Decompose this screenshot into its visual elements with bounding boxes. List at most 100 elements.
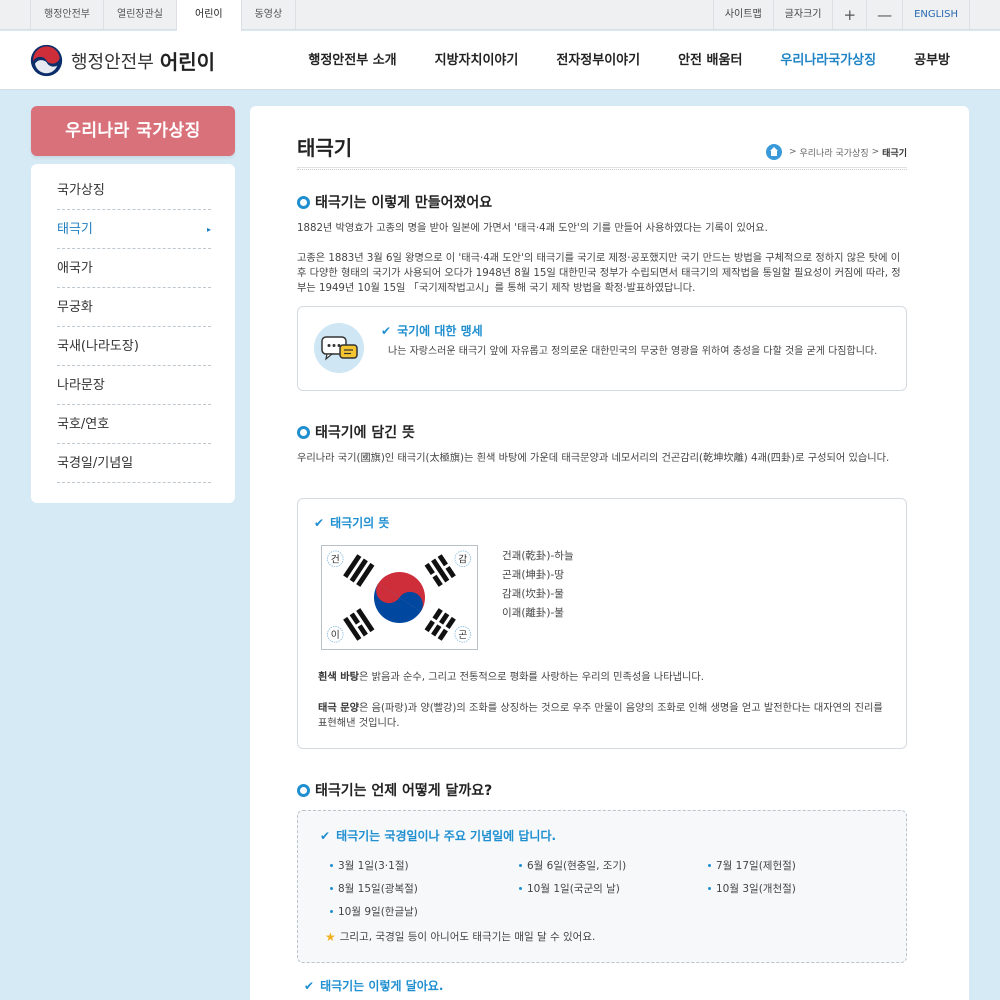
speech-bubble-icon [314, 323, 364, 373]
site-tab-video[interactable]: 동영상 [242, 0, 297, 30]
nav-national-symbols[interactable]: 우리나라국가상징 [780, 31, 876, 90]
holiday-item: 8월 15일(광복절) [330, 881, 418, 896]
bullet-dot-icon [708, 887, 711, 890]
daily-flag-note-text: 그리고, 국경일 등이 아니어도 태극기는 매일 달 수 있어요. [339, 931, 596, 943]
sidebar-item-mugunghwa[interactable]: 무궁화 [57, 288, 211, 327]
flag-label-i: 이 [327, 626, 344, 643]
home-icon[interactable] [765, 144, 782, 160]
holiday-item: 10월 9일(한글날) [330, 904, 418, 919]
section-heading-text: 태극기는 언제 어떻게 달까요? [315, 783, 493, 799]
svg-text:건: 건 [331, 554, 340, 566]
arrow-right-icon: ▸ [206, 225, 211, 234]
title-divider [297, 167, 907, 170]
sidebar-title: 우리나라 국가상징 [31, 106, 235, 156]
site-header: 행정안전부 어린이 행정안전부 소개 지방자치이야기 전자정부이야기 안전 배움… [0, 31, 1000, 90]
history-paragraph-1: 1882년 박영효가 고종의 명을 받아 일본에 가면서 '태극·4괘 도안'의… [297, 223, 768, 234]
sidebar-item-taegukgi[interactable]: 태극기 ▸ [57, 210, 211, 249]
nav-mois-intro[interactable]: 행정안전부 소개 [308, 31, 396, 90]
zoom-in-button[interactable]: + [832, 0, 866, 30]
check-icon: ✔ [381, 323, 392, 338]
site-logo[interactable]: 행정안전부 어린이 [30, 44, 215, 77]
bullet-dot-icon [708, 864, 711, 867]
nav-e-government[interactable]: 전자정부이야기 [556, 31, 640, 90]
ring-bullet-icon [297, 195, 310, 209]
sidebar-item-holidays[interactable]: 국경일/기념일 [57, 444, 211, 483]
nav-safety[interactable]: 안전 배움터 [678, 31, 742, 90]
white-background-text: 은 밝음과 순수, 그리고 전통적으로 평화를 사랑하는 우리의 민족성을 나타… [359, 672, 704, 683]
how-to-hang-title-text: 태극기는 이렇게 달아요. [320, 979, 444, 993]
section-heading-history: 태극기는 이렇게 만들어졌어요 [297, 192, 492, 212]
holiday-text: 10월 1일(국군의 날) [527, 883, 620, 895]
taegeuk-logo-icon [30, 44, 63, 77]
how-to-hang-title: ✔ 태극기는 이렇게 달아요. [304, 977, 443, 994]
zoom-out-button[interactable]: — [866, 0, 902, 30]
site-tab-kids[interactable]: 어린이 [177, 0, 242, 31]
trigram-item: 곤괘(坤卦)-땅 [502, 569, 564, 581]
svg-text:이: 이 [331, 629, 340, 641]
flag-days-title-text: 태극기는 국경일이나 주요 기념일에 답니다. [336, 829, 557, 843]
pledge-text: 나는 자랑스러운 태극기 앞에 자유롭고 정의로운 대한민국의 무궁한 영광을 … [388, 346, 878, 357]
trigram-gam [424, 554, 456, 587]
site-tab-mois[interactable]: 행정안전부 [30, 0, 104, 30]
font-size-label: 글자크기 [772, 0, 833, 30]
bullet-dot-icon [330, 864, 333, 867]
breadcrumb-current: 태극기 [882, 148, 907, 159]
breadcrumb-parent[interactable]: 우리나라 국가상징 [800, 146, 869, 159]
logo-sub-name: 어린이 [159, 50, 216, 74]
pledge-title: ✔ 국기에 대한 맹세 [381, 322, 483, 339]
flag-days-box: ✔ 태극기는 국경일이나 주요 기념일에 답니다. 3월 1일(3·1절) 6월… [297, 810, 907, 963]
svg-text:곤: 곤 [458, 630, 467, 641]
holiday-text: 3월 1일(3·1절) [338, 860, 409, 872]
flag-label-gam: 감 [454, 550, 472, 567]
breadcrumb-separator: > [871, 147, 880, 157]
ring-bullet-icon [297, 425, 310, 439]
sidebar-item-label: 태극기 [57, 222, 93, 237]
flag-meaning-title: ✔ 태극기의 뜻 [314, 514, 389, 531]
sidebar-item-national-symbols[interactable]: 국가상징 [57, 171, 211, 210]
bullet-dot-icon [330, 887, 333, 890]
section-heading-text: 태극기는 이렇게 만들어졌어요 [315, 195, 493, 211]
sidebar-item-anthem[interactable]: 애국가 [57, 249, 211, 288]
taeguk-pattern-meaning: 태극 문양은 음(파랑)과 양(빨강)의 조화를 상징하는 것으로 우주 만물이… [318, 701, 893, 731]
taeguk-pattern-label: 태극 문양 [318, 703, 360, 714]
breadcrumb-separator: > [788, 147, 797, 157]
main-content: 태극기 > 우리나라 국가상징 > 태극기 태극기는 이렇게 만들어졌어요 18… [250, 106, 969, 1000]
holiday-item: 7월 17일(제헌절) [708, 858, 796, 873]
taegukgi-flag-image: 건 감 이 곤 [321, 545, 478, 650]
holiday-item: 6월 6일(현충일, 조기) [519, 858, 626, 873]
english-link[interactable]: ENGLISH [902, 0, 970, 30]
nav-local-autonomy[interactable]: 지방자치이야기 [435, 31, 519, 90]
flag-label-gon: 곤 [454, 626, 472, 643]
flag-meaning-title-text: 태극기의 뜻 [330, 516, 390, 530]
sidebar-item-national-seal[interactable]: 국새(나라도장) [57, 327, 211, 366]
section-heading-when: 태극기는 언제 어떻게 달까요? [297, 780, 492, 800]
taeguk-pattern-text: 은 음(파랑)과 양(빨강)의 조화를 상징하는 것으로 우주 만물이 음양의 … [318, 703, 883, 729]
daily-flag-note: ★ 그리고, 국경일 등이 아니어도 태극기는 매일 달 수 있어요. [325, 929, 595, 944]
bullet-dot-icon [330, 910, 333, 913]
main-nav: 행정안전부 소개 지방자치이야기 전자정부이야기 안전 배움터 우리나라국가상징… [270, 31, 950, 90]
top-utility-bar: 행정안전부 열린장관실 어린이 동영상 사이트맵 글자크기 + — ENGLIS… [0, 0, 1000, 31]
star-icon: ★ [325, 929, 336, 944]
sidebar-item-emblem[interactable]: 나라문장 [57, 366, 211, 405]
history-paragraph-2: 고종은 1883년 3월 6일 왕명으로 이 '태극·4괘 도안'의 태극기를 … [297, 253, 901, 294]
trigram-item: 건괘(乾卦)-하늘 [502, 550, 574, 562]
taeguk-symbol [374, 572, 425, 623]
logo-org-name: 행정안전부 [71, 51, 154, 73]
nav-study-room[interactable]: 공부방 [914, 31, 950, 90]
trigram-list: 건괘(乾卦)-하늘 곤괘(坤卦)-땅 감괘(坎卦)-물 이괘(離卦)-불 [502, 547, 574, 623]
sidebar-item-country-name[interactable]: 국호/연호 [57, 405, 211, 444]
holiday-item: 10월 3일(개천절) [708, 881, 796, 896]
section-heading-text: 태극기에 담긴 뜻 [315, 425, 415, 441]
section-heading-meaning: 태극기에 담긴 뜻 [297, 422, 415, 442]
utility-links: 사이트맵 글자크기 + — ENGLISH [712, 0, 970, 30]
sitemap-link[interactable]: 사이트맵 [712, 0, 773, 30]
flag-label-geon: 건 [327, 550, 344, 567]
site-tab-minister[interactable]: 열린장관실 [104, 0, 177, 30]
svg-text:감: 감 [458, 554, 467, 566]
white-background-meaning: 흰색 바탕은 밝음과 순수, 그리고 전통적으로 평화를 사랑하는 우리의 민족… [318, 670, 893, 685]
holiday-item: 3월 1일(3·1절) [330, 858, 409, 873]
check-icon: ✔ [314, 515, 325, 530]
sidebar-menu: 국가상징 태극기 ▸ 애국가 무궁화 국새(나라도장) 나라문장 국호/연호 국… [31, 164, 235, 503]
trigram-item: 감괘(坎卦)-물 [502, 588, 564, 600]
trigram-item: 이괘(離卦)-불 [502, 607, 564, 619]
